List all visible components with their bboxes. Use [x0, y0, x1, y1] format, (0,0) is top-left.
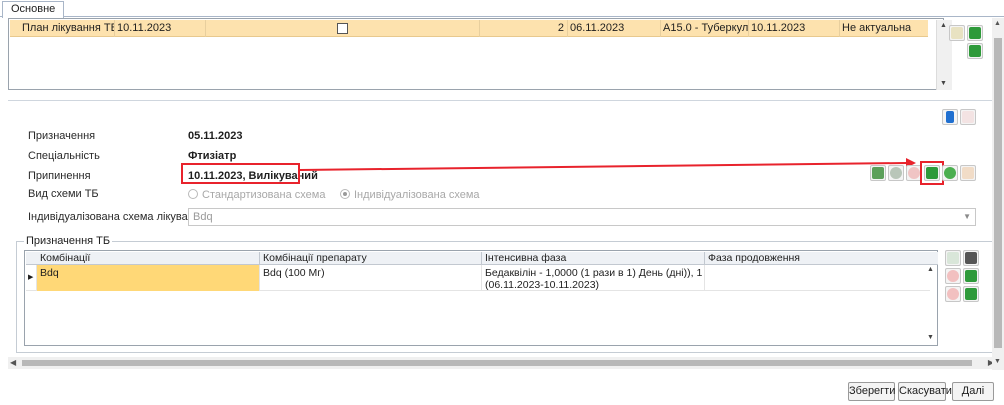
scheme-individual-label: Індивідуалізована схема: [354, 189, 480, 201]
table-row[interactable]: План лікування ТБ... 10.11.2023 2 06.11.…: [10, 20, 928, 37]
tb-prescription-title: Призначення ТБ: [24, 235, 113, 247]
pin-button[interactable]: [960, 165, 976, 181]
add-termination-button[interactable]: [870, 165, 886, 181]
add-icon: [947, 252, 959, 264]
highlight-box: [181, 163, 300, 184]
scheme-label: Вид схеми ТБ: [28, 188, 99, 200]
copy-button[interactable]: [942, 109, 958, 125]
divider: [8, 100, 996, 101]
tb-prescription-grid: Комбінації Комбінації препарату Інтенсив…: [24, 250, 938, 346]
grid-header: Комбінації Комбінації препарату Інтенсив…: [26, 252, 938, 265]
clear-button[interactable]: [960, 109, 976, 125]
excel-icon: [965, 288, 977, 300]
help-button[interactable]: [942, 165, 958, 181]
termination-label: Припинення: [28, 170, 91, 182]
appointment-label: Призначення: [28, 130, 96, 142]
treatment-plan-grid: ▶ План лікування ТБ... 10.11.2023 2 06.1…: [8, 18, 952, 90]
specialty-label: Спеціальність: [28, 150, 100, 162]
plan-diagnosis-cell: A15.0 - Туберкуль...: [661, 20, 749, 37]
plan-name-cell: План лікування ТБ...: [20, 20, 115, 37]
plan-checkbox-cell: [206, 20, 480, 37]
eraser-icon: [962, 111, 974, 123]
wrench-icon: [965, 252, 977, 264]
plan-status-cell: Не актуальна: [842, 22, 912, 34]
pin-icon: [962, 167, 974, 179]
plan-start-date-cell: 06.11.2023: [568, 20, 661, 37]
delete-row-button[interactable]: [945, 268, 961, 284]
vertical-scrollbar[interactable]: ▲ ▼: [992, 18, 1004, 370]
scrollbar-thumb[interactable]: [994, 38, 1002, 348]
table-row[interactable]: ▶ Bdq Bdq (100 Мг) Бедаквілін - 1,0000 (…: [26, 265, 930, 291]
plan-date-cell: 10.11.2023: [115, 20, 206, 37]
intensive-phase-dates: (06.11.2023-10.11.2023): [485, 279, 600, 291]
cancel-icon: [947, 288, 959, 300]
chevron-down-icon: ▼: [963, 212, 971, 221]
scroll-down-icon[interactable]: ▼: [927, 334, 934, 341]
scheme-standard-radio[interactable]: Стандартизована схема: [188, 189, 325, 201]
highlight-box: [920, 161, 944, 185]
scroll-down-icon[interactable]: ▼: [940, 80, 947, 87]
combination-cell: Bdq: [37, 265, 260, 291]
export-plan-button[interactable]: [967, 43, 983, 59]
tab-main[interactable]: Основне: [2, 1, 65, 18]
scroll-up-icon[interactable]: ▲: [940, 22, 947, 29]
add-icon: [872, 167, 884, 179]
cancel-icon: [908, 167, 920, 179]
column-header[interactable]: Інтенсивна фаза: [482, 252, 705, 265]
plan-count-cell: 2: [480, 20, 568, 37]
drug-combination-cell: Bdq (100 Мг): [260, 265, 482, 291]
clipboard-icon: [946, 111, 954, 123]
horizontal-scrollbar[interactable]: ◀ ▶: [8, 357, 996, 369]
scheme-individual-radio[interactable]: Індивідуалізована схема: [340, 189, 480, 201]
individual-scheme-select[interactable]: Bdq ▼: [188, 208, 976, 226]
radio-icon: [188, 189, 198, 199]
add-plan-button[interactable]: [949, 25, 965, 41]
scroll-left-icon[interactable]: ◀: [10, 358, 16, 367]
remove-button[interactable]: [945, 286, 961, 302]
scheme-standard-label: Стандартизована схема: [202, 189, 326, 201]
continuation-phase-cell: [705, 265, 930, 291]
column-header[interactable]: Комбінації препарату: [260, 252, 482, 265]
excel-icon: [969, 45, 981, 57]
scroll-up-icon[interactable]: ▲: [927, 266, 934, 273]
column-header[interactable]: Комбінації: [37, 252, 260, 265]
pencil-icon: [965, 270, 977, 282]
export-row-button[interactable]: [963, 286, 979, 302]
help-icon: [944, 167, 956, 179]
specialty-value: Фтизіатр: [188, 150, 237, 162]
tools-button[interactable]: [963, 250, 979, 266]
cancel-icon: [947, 270, 959, 282]
annotation-arrow: [299, 158, 916, 171]
intensive-phase-line: Бедаквілін - 1,0000 (1 рази в 1) День (д…: [485, 267, 704, 279]
next-button[interactable]: Далі: [952, 382, 994, 401]
individual-scheme-value: Bdq: [193, 211, 213, 223]
refresh-icon: [890, 167, 902, 179]
appointment-value: 05.11.2023: [188, 130, 243, 142]
scrollbar-thumb[interactable]: [22, 360, 972, 366]
tab-strip: Основне: [0, 0, 1004, 18]
plan-checkbox[interactable]: [337, 23, 348, 34]
column-header[interactable]: Фаза продовження: [705, 252, 927, 265]
save-button[interactable]: Зберегти: [848, 382, 895, 401]
scroll-down-icon[interactable]: ▼: [994, 358, 1001, 365]
add-row-button[interactable]: [945, 250, 961, 266]
edit-row-button[interactable]: [963, 268, 979, 284]
pencil-icon: [969, 27, 981, 39]
edit-plan-button[interactable]: [967, 25, 983, 41]
plan-end-date-cell: 10.11.2023: [749, 20, 840, 37]
row-indicator-icon: ▶: [26, 265, 37, 291]
cancel-button[interactable]: Скасувати: [898, 382, 952, 401]
scroll-up-icon[interactable]: ▲: [994, 20, 1001, 27]
refresh-button[interactable]: [888, 165, 904, 181]
intensive-phase-cell: Бедаквілін - 1,0000 (1 рази в 1) День (д…: [482, 265, 705, 291]
document-icon: [951, 27, 963, 39]
radio-icon: [340, 189, 350, 199]
